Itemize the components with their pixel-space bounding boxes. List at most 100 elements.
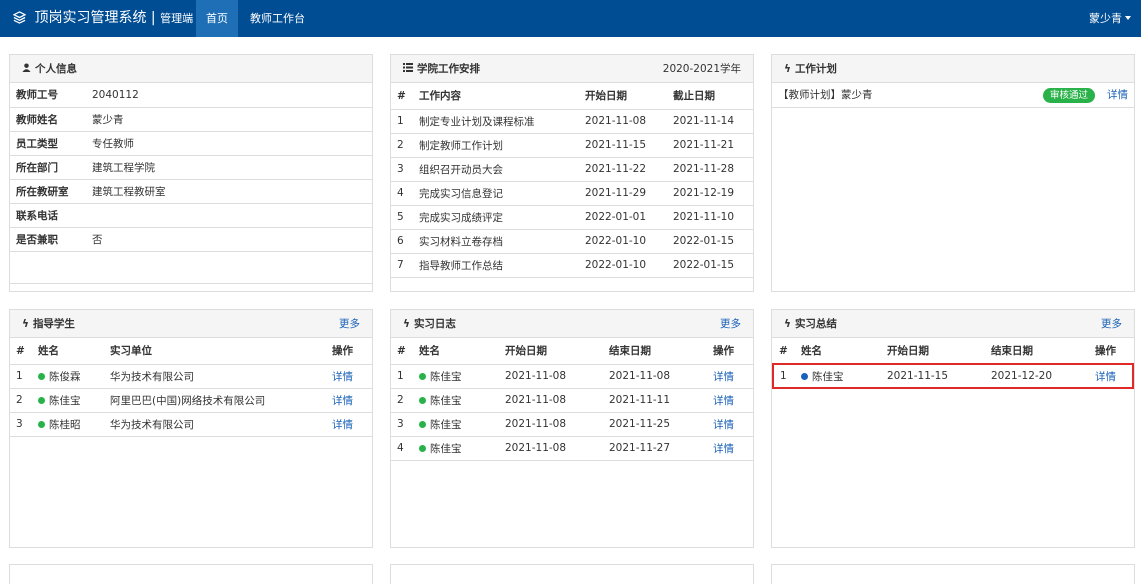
student-name: 陈佳宝 bbox=[49, 394, 81, 407]
info-label: 教师工号 bbox=[10, 83, 86, 108]
row-number: 2 bbox=[391, 133, 413, 158]
detail-link[interactable]: 详情 bbox=[1089, 363, 1134, 389]
start-date: 2021-11-08 bbox=[579, 109, 667, 134]
plan-title: 【教师计划】蒙少青 bbox=[772, 83, 984, 108]
list-item: 【教师计划】蒙少青 审核通过 详情 bbox=[772, 83, 1134, 108]
panel-header: ϟ 工作计划 bbox=[772, 55, 1134, 83]
column-header: 操作 bbox=[1089, 338, 1133, 365]
table-row: 1 陈佳宝 2021-11-15 2021-12-20 详情 bbox=[772, 363, 1134, 389]
info-label: 所在部门 bbox=[10, 155, 86, 180]
row-number: 1 bbox=[772, 363, 795, 389]
panel-personal-info: 个人信息 教师工号 2040112 教师姓名 蒙少青 员工类型 专任教师 所在部门 建筑工程学… bbox=[9, 54, 373, 292]
column-header: 操作 bbox=[707, 338, 753, 365]
more-link[interactable]: 更多 bbox=[720, 310, 741, 338]
column-header: 开始日期 bbox=[499, 338, 603, 365]
panel-header: ϟ 实习日志 更多 bbox=[391, 310, 753, 338]
column-header: 工作内容 bbox=[413, 83, 579, 110]
table-row: 4 完成实习信息登记 2021-11-29 2021-12-19 bbox=[391, 181, 753, 206]
work-content: 完成实习成绩评定 bbox=[413, 205, 579, 230]
user-menu[interactable]: 蒙少青 bbox=[1089, 0, 1131, 37]
academic-year: 2020-2021学年 bbox=[662, 63, 741, 75]
detail-link[interactable]: 详情 bbox=[326, 412, 372, 437]
row-number: 3 bbox=[10, 412, 32, 437]
more-link[interactable]: 更多 bbox=[1101, 310, 1122, 338]
tab-home[interactable]: 首页 bbox=[196, 0, 238, 37]
tab-teacher-workbench[interactable]: 教师工作台 bbox=[240, 0, 315, 37]
row-number: 4 bbox=[391, 181, 413, 206]
info-row: 教师姓名 蒙少青 bbox=[10, 107, 372, 132]
logs-table: # 姓名 开始日期 结束日期 操作 1 陈佳宝 2021-11-08 2021-11-08 详情… bbox=[391, 338, 753, 461]
start-date: 2021-11-22 bbox=[579, 157, 667, 182]
summary-table: # 姓名 开始日期 结束日期 操作 1 陈佳宝 2021-11-15 2021-12-20 详情 bbox=[772, 338, 1134, 389]
end-date: 2022-01-15 bbox=[667, 253, 753, 278]
detail-link[interactable]: 详情 bbox=[1107, 89, 1128, 101]
schedule-table: # 工作内容 开始日期 截止日期 1 制定专业计划及课程标准 2021-11-08 2021… bbox=[391, 83, 753, 278]
info-label: 教师姓名 bbox=[10, 107, 86, 132]
row-number: 7 bbox=[391, 253, 413, 278]
student-name: 陈佳宝 bbox=[430, 418, 462, 431]
column-header: 姓名 bbox=[32, 338, 104, 365]
end-date: 2021-11-14 bbox=[667, 109, 753, 134]
students-table: # 姓名 实习单位 操作 1 陈俊霖 华为技术有限公司 详情 2 陈佳宝 阿里巴巴(中国)网络技术… bbox=[10, 338, 372, 437]
empty-row bbox=[10, 251, 372, 284]
student-name-cell: 陈佳宝 bbox=[413, 412, 499, 437]
table-row: 2 陈佳宝 2021-11-08 2021-11-11 详情 bbox=[391, 388, 753, 413]
bolt-icon: ϟ bbox=[22, 318, 29, 330]
brand[interactable]: 顶岗实习管理系统 | 管理端 bbox=[13, 0, 193, 37]
end-date: 2021-11-25 bbox=[603, 412, 707, 437]
panel-title: 指导学生 bbox=[32, 318, 75, 330]
personal-info-table: 教师工号 2040112 教师姓名 蒙少青 员工类型 专任教师 所在部门 建筑工程学院 所在教研… bbox=[10, 83, 372, 284]
panel-title: 工作计划 bbox=[794, 63, 837, 75]
table-row: 3 组织召开动员大会 2021-11-22 2021-11-28 bbox=[391, 157, 753, 182]
caret-down-icon bbox=[1125, 16, 1131, 20]
start-date: 2021-11-29 bbox=[579, 181, 667, 206]
detail-link[interactable]: 详情 bbox=[707, 364, 753, 389]
panel-logs: ϟ 实习日志 更多 # 姓名 开始日期 结束日期 操作 1 陈佳宝 2021-11-08 202… bbox=[390, 309, 754, 548]
column-header: # bbox=[391, 338, 413, 365]
info-row: 联系电话 bbox=[10, 203, 372, 228]
table-row: 3 陈桂昭 华为技术有限公司 详情 bbox=[10, 412, 372, 437]
detail-link[interactable]: 详情 bbox=[326, 364, 372, 389]
panel-title: 个人信息 bbox=[35, 63, 77, 75]
panel-summary: ϟ 实习总结 更多 # 姓名 开始日期 结束日期 操作 1 陈佳宝 2021-11-15 202… bbox=[771, 309, 1135, 548]
row-number: 4 bbox=[391, 436, 413, 461]
company-name: 阿里巴巴(中国)网络技术有限公司 bbox=[104, 388, 326, 413]
column-header: 姓名 bbox=[795, 338, 881, 365]
detail-link[interactable]: 详情 bbox=[707, 436, 753, 461]
detail-link[interactable]: 详情 bbox=[707, 412, 753, 437]
row-number: 2 bbox=[391, 388, 413, 413]
detail-link[interactable]: 详情 bbox=[326, 388, 372, 413]
start-date: 2021-11-15 bbox=[881, 363, 985, 389]
detail-link[interactable]: 详情 bbox=[707, 388, 753, 413]
status-dot bbox=[38, 396, 45, 404]
column-header: 截止日期 bbox=[667, 83, 753, 110]
info-value: 蒙少青 bbox=[86, 107, 372, 132]
start-date: 2021-11-15 bbox=[579, 133, 667, 158]
work-plan-table: 【教师计划】蒙少青 审核通过 详情 bbox=[772, 83, 1134, 108]
more-link[interactable]: 更多 bbox=[339, 310, 360, 338]
company-name: 华为技术有限公司 bbox=[104, 412, 326, 437]
table-row: 2 制定教师工作计划 2021-11-15 2021-11-21 bbox=[391, 133, 753, 158]
info-label: 所在教研室 bbox=[10, 179, 86, 204]
info-label: 是否兼职 bbox=[10, 227, 86, 252]
top-navbar: 顶岗实习管理系统 | 管理端 首页 教师工作台 蒙少青 bbox=[0, 0, 1141, 37]
layers-icon bbox=[13, 11, 26, 24]
column-header: # bbox=[391, 83, 413, 110]
table-row: 1 陈佳宝 2021-11-08 2021-11-08 详情 bbox=[391, 364, 753, 389]
panel-partial bbox=[390, 564, 754, 584]
panel-header: ϟ 指导学生 更多 bbox=[10, 310, 372, 338]
panel-header: 个人信息 bbox=[10, 55, 372, 83]
info-label: 联系电话 bbox=[10, 203, 86, 228]
info-value: 2040112 bbox=[86, 83, 372, 108]
student-name-cell: 陈佳宝 bbox=[32, 388, 104, 413]
end-date: 2021-11-27 bbox=[603, 436, 707, 461]
column-header: 开始日期 bbox=[579, 83, 667, 110]
user-icon bbox=[22, 63, 31, 72]
info-row: 是否兼职否 bbox=[10, 227, 372, 252]
student-name-cell: 陈佳宝 bbox=[413, 364, 499, 389]
table-row: 7 指导教师工作总结 2022-01-10 2022-01-15 bbox=[391, 253, 753, 278]
row-number: 5 bbox=[391, 205, 413, 230]
table-row: 5 完成实习成绩评定 2022-01-01 2021-11-10 bbox=[391, 205, 753, 230]
end-date: 2022-01-15 bbox=[667, 229, 753, 254]
bolt-icon: ϟ bbox=[784, 318, 791, 330]
